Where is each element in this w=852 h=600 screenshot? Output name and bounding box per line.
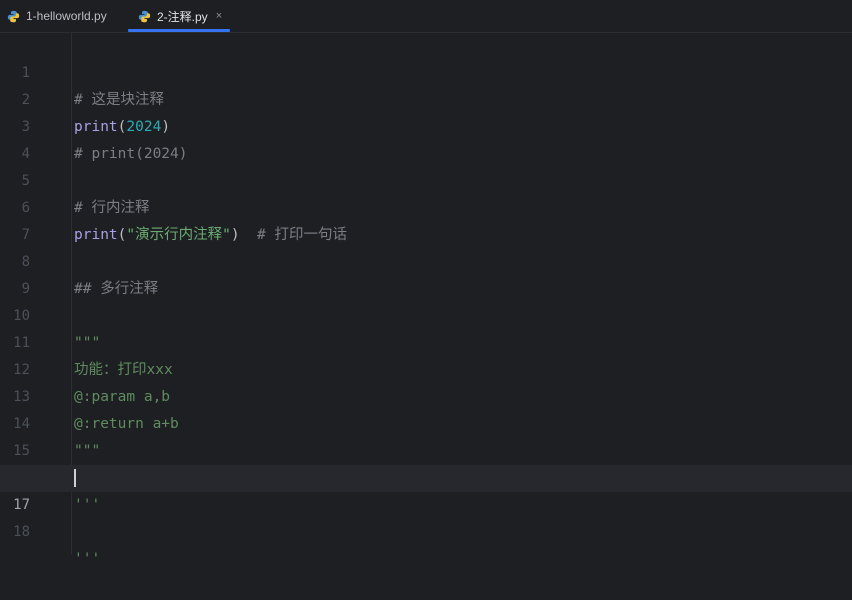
docstring-text: ''' xyxy=(74,551,101,567)
code-editor[interactable]: 1 # 这是块注释 2 print(2024) 3 # print(2024) … xyxy=(0,33,852,567)
code-line[interactable]: 5 # 行内注释 xyxy=(0,141,852,216)
code-line[interactable]: 15 xyxy=(0,411,852,459)
code-line[interactable]: 18 xyxy=(0,492,852,540)
editor-tab-bar: 1-helloworld.py 2-注释.py × xyxy=(0,0,852,33)
code-line[interactable]: 10 """ xyxy=(0,276,852,351)
tab-1-helloworld[interactable]: 1-helloworld.py xyxy=(7,0,107,32)
python-file-icon xyxy=(138,10,151,23)
code-line[interactable]: 6 print("演示行内注释") # 打印一句话 xyxy=(0,168,852,243)
code-line[interactable]: 16 ''' xyxy=(0,438,852,513)
code-line[interactable]: 7 xyxy=(0,195,852,243)
code-line[interactable]: 11 功能：打印xxx xyxy=(0,303,852,378)
code-line[interactable]: 9 xyxy=(0,249,852,297)
code-line[interactable]: 13 @:return a+b xyxy=(0,357,852,432)
code-line[interactable]: 3 # print(2024) xyxy=(0,87,852,162)
code-line[interactable]: 2 print(2024) xyxy=(0,60,852,135)
current-code-line[interactable]: 17 ''' xyxy=(0,465,852,567)
active-tab-indicator xyxy=(128,29,230,32)
code-line[interactable]: 14 """ xyxy=(0,384,852,459)
code-line[interactable]: 1 # 这是块注释 xyxy=(0,33,852,108)
code-line[interactable]: 12 @:param a,b xyxy=(0,330,852,405)
line-number: 18 xyxy=(13,524,30,540)
python-file-icon xyxy=(7,10,20,23)
text-cursor xyxy=(74,469,76,487)
tab-label: 2-注释.py xyxy=(157,9,208,24)
code-line[interactable]: 8 ## 多行注释 xyxy=(0,222,852,297)
tab-2-comments[interactable]: 2-注释.py × xyxy=(138,0,222,32)
tab-label: 1-helloworld.py xyxy=(26,9,107,23)
code-line[interactable]: 4 xyxy=(0,114,852,162)
close-icon[interactable]: × xyxy=(216,10,222,22)
